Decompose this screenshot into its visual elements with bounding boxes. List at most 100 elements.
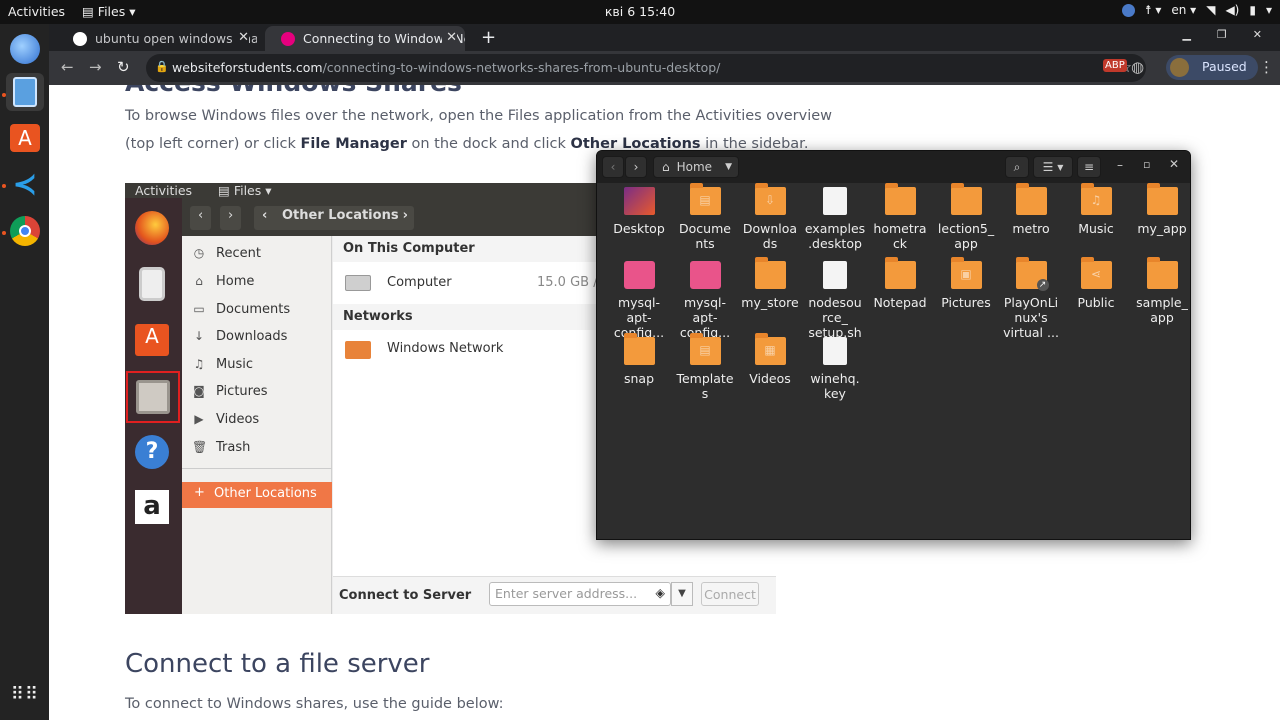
back-icon[interactable]: ‹	[602, 156, 624, 178]
extension-globe-icon[interactable]: ◍	[1131, 58, 1144, 76]
list-view-icon: ☰	[1042, 160, 1054, 174]
system-tray[interactable]: ☨ ▾ en ▾ ◥ ◀) ▮ ▾	[1121, 3, 1272, 17]
tab-search[interactable]: ubuntu open windows share ✕	[57, 26, 257, 51]
hamburger-menu-icon[interactable]: ≡	[1077, 156, 1101, 178]
package-icon	[689, 261, 721, 289]
trash-icon: 🗑	[192, 440, 208, 454]
wifi-icon[interactable]: ◥	[1206, 3, 1215, 17]
file-name: nodesou rce_ setup.sh	[808, 295, 862, 340]
reload-icon[interactable]: ↻	[117, 58, 130, 76]
language-indicator[interactable]: en ▾	[1171, 3, 1196, 17]
video-icon: ▶	[194, 412, 204, 426]
app-menu[interactable]: ▤ Files ▾	[82, 4, 135, 19]
search-icon[interactable]: ⌕	[1005, 156, 1029, 178]
folder-icon	[884, 183, 916, 215]
folder-icon	[884, 257, 916, 289]
close-tab-icon[interactable]: ✕	[442, 30, 457, 45]
file-item[interactable]: sample_ app	[1129, 257, 1195, 325]
file-name: mysql-apt-config...	[679, 295, 731, 340]
tab-article[interactable]: Connecting to Windows Netw ✕	[265, 26, 465, 51]
files-launcher[interactable]	[6, 73, 44, 111]
file-item[interactable]: Desktop	[606, 187, 672, 236]
chrome-launcher[interactable]	[6, 212, 44, 250]
file-item[interactable]: ▦ Videos	[737, 333, 803, 386]
volume-icon[interactable]: ◀)	[1225, 3, 1239, 17]
close-window-icon[interactable]: ✕	[1253, 28, 1262, 41]
tab-title: ubuntu open windows share	[95, 31, 257, 46]
vscode-launcher[interactable]: ≺	[6, 165, 44, 203]
minimize-icon[interactable]: –	[1117, 158, 1123, 172]
server-address-field: Enter server address... ◈	[489, 582, 671, 606]
new-tab-button[interactable]: +	[481, 27, 496, 48]
close-icon[interactable]: ✕	[1169, 157, 1179, 171]
vpn-icon[interactable]	[1121, 3, 1135, 17]
file-item[interactable]: ▤ Template s	[672, 333, 738, 401]
close-tab-icon[interactable]: ✕	[234, 30, 249, 45]
sidebar-item-trash: 🗑 Trash	[192, 436, 250, 458]
folder-icon: ▣	[950, 257, 982, 289]
minimize-icon[interactable]: ▁	[1182, 28, 1190, 41]
system-menu-chevron-icon[interactable]: ▾	[1266, 3, 1272, 17]
file-item[interactable]: nodesou rce_ setup.sh	[802, 261, 868, 340]
location-button[interactable]: ⌂ Home ▼	[653, 156, 739, 178]
back-arrow-icon[interactable]: ←	[61, 58, 74, 76]
file-item[interactable]: mysql-apt-config...	[606, 261, 672, 340]
file-item[interactable]: ▣ Pictures	[933, 257, 999, 310]
rhythmbox-icon	[132, 264, 172, 304]
file-item[interactable]: Notepad	[867, 257, 933, 310]
address-bar[interactable]: 🔒 websiteforstudents.com/connecting-to-w…	[146, 54, 1146, 82]
adblock-extension-icon[interactable]: ABP	[1103, 59, 1127, 72]
folder-icon	[950, 183, 982, 215]
window-controls: ▁ ❐ ✕	[1182, 28, 1280, 41]
windows-network-label: Windows Network	[387, 341, 504, 356]
sidebar-item-recent: ◷ Recent	[192, 242, 261, 264]
connect-to-server-label: Connect to Server	[339, 588, 472, 603]
screenshot-dock: A ? a	[125, 198, 182, 614]
file-item[interactable]: ▤ Docume nts	[672, 183, 738, 251]
software-launcher[interactable]: A	[6, 119, 44, 157]
clock-icon: ◷	[193, 246, 205, 260]
file-name: mysql-apt-config...	[613, 295, 665, 340]
sidebar-item-documents: ▭ Documents	[192, 298, 290, 320]
url-host: websiteforstudents.com	[172, 60, 323, 75]
file-item[interactable]: ♫ Music	[1063, 183, 1129, 236]
battery-icon[interactable]: ▮	[1249, 3, 1256, 17]
file-item[interactable]: hometra ck	[867, 183, 933, 251]
folder-icon	[623, 333, 655, 365]
file-item[interactable]: mysql-apt-config...	[672, 261, 738, 340]
lock-icon[interactable]: 🔒	[155, 60, 169, 73]
restore-icon[interactable]: ❐	[1217, 28, 1227, 41]
show-applications-button[interactable]: ⠿⠿	[6, 676, 44, 714]
profile-button[interactable]: Paused	[1166, 55, 1258, 80]
file-item[interactable]: ⋖ Public	[1063, 257, 1129, 310]
file-item[interactable]: my_store	[737, 257, 803, 310]
chrome-icon	[10, 216, 40, 246]
language-label: en	[1171, 3, 1187, 17]
forward-icon[interactable]: ›	[625, 156, 647, 178]
maximize-icon[interactable]: ▫	[1143, 158, 1150, 171]
activities-button[interactable]: Activities	[8, 4, 65, 19]
file-item[interactable]: examples .desktop	[802, 187, 868, 251]
clock[interactable]: кві 6 15:40	[0, 4, 1280, 19]
file-item[interactable]: metro	[998, 183, 1064, 236]
plus-icon: +	[194, 485, 205, 500]
file-item[interactable]: ⇩ Downloa ds	[737, 183, 803, 251]
screenshot-activities: Activities	[135, 183, 193, 198]
file-item[interactable]: snap	[606, 333, 672, 386]
file-name: PlayOnLi nux's virtual ...	[1003, 295, 1059, 340]
file-item[interactable]: my_app	[1129, 183, 1195, 236]
running-indicator	[2, 231, 6, 235]
accessibility-icon[interactable]: ☨ ▾	[1145, 3, 1161, 17]
sidebar-item-home: ⌂ Home	[192, 270, 254, 292]
sidebar-label: Other Locations	[214, 486, 317, 501]
thunderbird-launcher[interactable]	[6, 30, 44, 68]
forward-arrow-icon[interactable]: →	[89, 58, 102, 76]
software-center-icon: A	[10, 124, 40, 152]
chrome-menu-icon[interactable]: ⋮	[1259, 58, 1274, 76]
folder-emblem-icon: ♫	[1090, 193, 1102, 207]
view-options-button[interactable]: ☰ ▼	[1033, 156, 1073, 178]
file-item[interactable]: winehq. key	[802, 337, 868, 401]
file-name: my_store	[741, 295, 799, 310]
file-item[interactable]: lection5_ app	[933, 183, 999, 251]
file-item[interactable]: ↗ PlayOnLi nux's virtual ...	[998, 257, 1064, 340]
